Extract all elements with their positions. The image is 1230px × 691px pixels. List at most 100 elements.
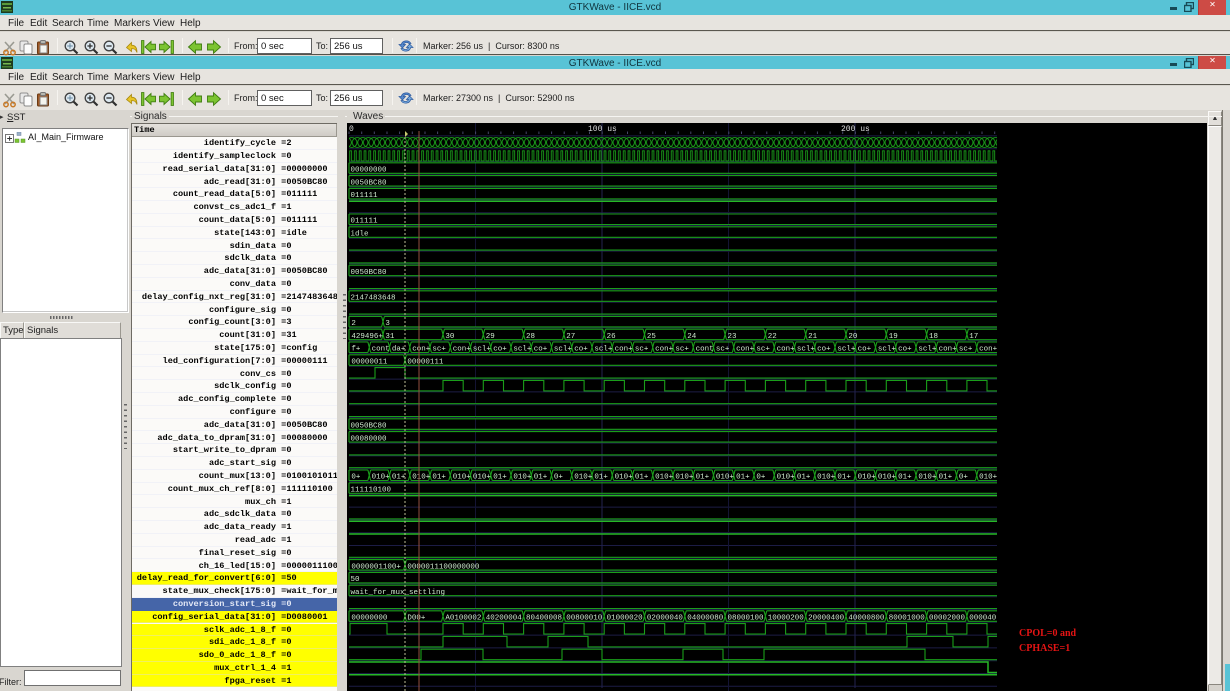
svg-text:00800010: 00800010 [566,615,603,623]
svg-text:23: 23 [728,333,738,341]
svg-text:100 us: 100 us [588,125,617,134]
svg-text:con+: con+ [979,346,998,354]
svg-text:con+: con+ [412,346,431,354]
svg-text:18: 18 [929,333,938,341]
svg-text:010+: 010+ [574,474,593,482]
svg-text:sc+: sc+ [432,346,446,354]
svg-text:00000000: 00000000 [351,167,388,175]
svg-text:con+: con+ [736,346,755,354]
svg-text:00000000: 00000000 [351,615,388,623]
svg-text:20: 20 [848,333,858,341]
svg-text:010+: 010+ [655,474,674,482]
svg-text:scl+: scl+ [918,346,937,354]
svg-text:29: 29 [486,333,495,341]
svg-text:80400008: 80400008 [526,615,562,623]
svg-text:00080000: 00080000 [351,435,388,443]
svg-text:200 us: 200 us [841,125,870,134]
svg-text:01+: 01+ [898,474,912,482]
svg-text:26: 26 [607,333,617,341]
svg-text:000040: 000040 [969,615,997,623]
svg-text:scl+: scl+ [554,346,573,354]
svg-text:011111: 011111 [351,192,379,200]
svg-text:429496+: 429496+ [351,333,383,341]
svg-text:scl+: scl+ [797,346,816,354]
svg-text:con+: con+ [655,346,674,354]
svg-text:con+: con+ [777,346,796,354]
svg-text:con+: con+ [615,346,634,354]
svg-text:010+: 010+ [513,474,532,482]
svg-text:010+: 010+ [878,474,897,482]
svg-text:idle: idle [351,231,369,239]
svg-text:010+: 010+ [675,474,694,482]
svg-text:04000080: 04000080 [687,615,724,623]
svg-text:010+: 010+ [412,474,431,482]
svg-text:30: 30 [445,333,455,341]
svg-text:wait_for_mux_settling: wait_for_mux_settling [351,589,446,597]
svg-text:01000020: 01000020 [607,615,644,623]
svg-text:01+: 01+ [635,474,649,482]
svg-text:3: 3 [385,320,390,328]
svg-text:2: 2 [351,320,356,328]
svg-text:27: 27 [566,333,575,341]
svg-text:0050BC80: 0050BC80 [351,423,388,431]
svg-text:21: 21 [808,333,818,341]
svg-text:010+: 010+ [979,474,998,482]
svg-text:01+: 01+ [594,474,608,482]
svg-text:scl+: scl+ [878,346,897,354]
svg-text:sc+: sc+ [716,346,730,354]
svg-text:010+: 010+ [918,474,937,482]
svg-text:0+: 0+ [554,474,564,482]
svg-text:0050BC80: 0050BC80 [351,269,388,277]
svg-text:80001000: 80001000 [889,615,926,623]
svg-text:22: 22 [768,333,777,341]
svg-text:08000100: 08000100 [728,615,765,623]
svg-text:01+: 01+ [837,474,851,482]
svg-text:0+: 0+ [756,474,766,482]
svg-text:sc+: sc+ [675,346,689,354]
svg-text:010+: 010+ [615,474,634,482]
svg-text:010+: 010+ [777,474,796,482]
svg-text:cont: cont [372,346,390,354]
svg-text:scl+: scl+ [473,346,492,354]
svg-text:010+: 010+ [473,474,492,482]
svg-text:00002000: 00002000 [929,615,966,623]
svg-text:010+: 010+ [372,474,391,482]
svg-text:co+: co+ [534,346,548,354]
svg-text:01+: 01+ [392,474,406,482]
svg-text:cont: cont [696,346,714,354]
svg-text:010+: 010+ [453,474,472,482]
svg-text:01+: 01+ [493,474,507,482]
svg-text:co+: co+ [574,346,588,354]
svg-text:2147483648: 2147483648 [351,295,396,303]
svg-text:01+: 01+ [939,474,953,482]
svg-text:01+: 01+ [534,474,548,482]
svg-text:con+: con+ [453,346,472,354]
svg-text:02000040: 02000040 [647,615,684,623]
svg-text:sc+: sc+ [959,346,973,354]
svg-text:co+: co+ [898,346,912,354]
svg-text:0+: 0+ [959,474,969,482]
svg-text:A0100002: A0100002 [445,615,481,623]
svg-text:scl+: scl+ [594,346,613,354]
svg-text:con+: con+ [939,346,958,354]
svg-text:0+: 0+ [351,474,361,482]
svg-text:sc+: sc+ [756,346,770,354]
svg-text:co+: co+ [858,346,872,354]
svg-text:40000800: 40000800 [848,615,885,623]
svg-text:17: 17 [969,333,978,341]
svg-text:0: 0 [349,125,354,134]
svg-text:0000011100000000: 0000011100000000 [407,563,480,571]
svg-text:010+: 010+ [858,474,877,482]
svg-text:da+: da+ [392,346,406,354]
svg-text:00000111: 00000111 [407,359,444,367]
svg-text:28: 28 [526,333,535,341]
svg-text:01+: 01+ [736,474,750,482]
svg-text:scl+: scl+ [513,346,532,354]
svg-text:010+: 010+ [716,474,735,482]
svg-text:011111: 011111 [351,218,379,226]
svg-text:co+: co+ [493,346,507,354]
svg-text:010+: 010+ [817,474,836,482]
svg-text:19: 19 [889,333,898,341]
svg-text:111110100: 111110100 [351,487,392,495]
svg-text:00000011: 00000011 [351,359,388,367]
